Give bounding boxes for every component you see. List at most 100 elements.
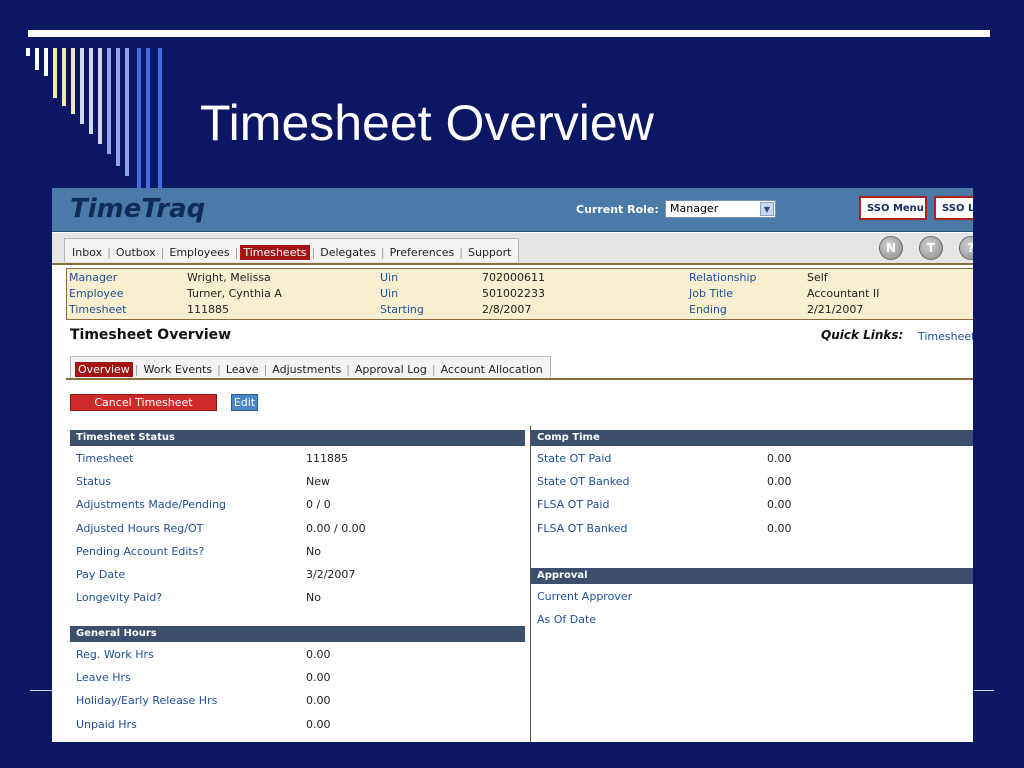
info-label: Manager bbox=[69, 271, 118, 284]
info-value: Self bbox=[807, 271, 828, 284]
comp-time-value: 0.00 bbox=[767, 475, 792, 489]
decoration-bar bbox=[71, 48, 75, 114]
nav-tab-timesheets[interactable]: Timesheets bbox=[240, 245, 310, 260]
overview-sub-tabs: Overview | Work Events | Leave | Adjustments | A… bbox=[70, 356, 551, 379]
general-hours-value: 0.00 bbox=[306, 694, 331, 708]
decoration-bar bbox=[26, 48, 30, 56]
decoration-bar bbox=[44, 48, 48, 76]
timesheet-status-row: Timesheet 111885 bbox=[76, 452, 525, 468]
decoration-bar bbox=[98, 48, 102, 144]
tab-separator: | bbox=[346, 363, 350, 376]
sub-tab-overview[interactable]: Overview bbox=[75, 362, 133, 377]
main-nav-bar: Inbox | Outbox | Employees | Timesheets | Delega… bbox=[52, 233, 973, 265]
general-hours-value: 0.00 bbox=[306, 717, 331, 731]
approval-header: Approval bbox=[531, 568, 973, 584]
comp-time-label: FLSA OT Paid bbox=[537, 498, 610, 512]
general-hours-value: 0.00 bbox=[306, 671, 331, 685]
info-label: Employee bbox=[69, 287, 124, 300]
chevron-down-icon[interactable]: ▼ bbox=[760, 202, 774, 216]
timesheet-status-value: 3/2/2007 bbox=[306, 568, 356, 581]
tab-separator: | bbox=[160, 246, 165, 259]
timesheet-status-label: Pay Date bbox=[76, 568, 126, 581]
slide-decoration-bars bbox=[26, 48, 176, 193]
comp-time-label: State OT Banked bbox=[537, 475, 630, 489]
timesheet-status-label: Longevity Paid? bbox=[76, 591, 163, 605]
general-hours-value: 0.00 bbox=[306, 648, 331, 661]
cancel-timesheet-button[interactable]: Cancel Timesheet bbox=[70, 394, 217, 411]
column-divider bbox=[530, 426, 531, 742]
tasks-button[interactable]: T bbox=[919, 236, 943, 260]
approval-row: Current Approver bbox=[537, 590, 973, 606]
tab-separator: | bbox=[134, 363, 139, 376]
quick-links-label: Quick Links: bbox=[821, 328, 904, 342]
comp-time-value: 0.00 bbox=[767, 452, 792, 465]
notifications-button[interactable]: N bbox=[879, 236, 903, 260]
nav-tab-support[interactable]: Support bbox=[465, 245, 514, 260]
tab-separator: | bbox=[107, 246, 111, 259]
timesheet-status-value: No bbox=[306, 544, 321, 558]
sso-logout-button[interactable]: SSO Lo bbox=[934, 196, 973, 220]
decoration-bar bbox=[125, 48, 129, 176]
sub-tab-account-allocation[interactable]: Account Allocation bbox=[438, 362, 546, 377]
decoration-bar bbox=[146, 48, 150, 193]
sub-tab-leave[interactable]: Leave bbox=[223, 362, 262, 377]
quick-link-timesheet[interactable]: Timesheet bbox=[918, 330, 973, 343]
timesheet-status-label: Timesheet bbox=[76, 452, 134, 465]
timesheet-status-label: Adjustments Made/Pending bbox=[76, 498, 227, 512]
nav-tab-employees[interactable]: Employees bbox=[166, 245, 232, 260]
timesheet-status-header: Timesheet Status bbox=[70, 430, 525, 446]
edit-button[interactable]: Edit bbox=[231, 394, 258, 411]
tab-separator: | bbox=[431, 363, 436, 376]
timesheet-status-value: 0 / 0 bbox=[306, 498, 331, 512]
info-value: 501002233 bbox=[482, 287, 545, 300]
page-title: Timesheet Overview bbox=[70, 327, 232, 343]
info-row: Manager Wright, Melissa Uin 702000611 Relati… bbox=[67, 269, 973, 285]
timesheet-status-value: No bbox=[306, 591, 321, 605]
nav-tab-inbox[interactable]: Inbox bbox=[69, 245, 105, 260]
nav-tab-outbox[interactable]: Outbox bbox=[113, 245, 159, 260]
approval-label: Current Approver bbox=[537, 590, 633, 603]
comp-time-value: 0.00 bbox=[767, 498, 792, 512]
info-label: Uin bbox=[380, 271, 399, 284]
info-value: 702000611 bbox=[482, 271, 545, 284]
decoration-bar bbox=[116, 48, 120, 166]
app-header: TimeTraq Current Role: Manager ▼ SSO Men… bbox=[52, 188, 973, 232]
sub-tabs-underline bbox=[66, 378, 973, 380]
info-value: Wright, Melissa bbox=[187, 271, 271, 284]
approval-label: As Of Date bbox=[537, 613, 597, 627]
comp-time-label: FLSA OT Banked bbox=[537, 521, 628, 535]
decoration-bar bbox=[89, 48, 93, 134]
sub-tab-adjustments[interactable]: Adjustments bbox=[269, 362, 344, 377]
sub-tab-approval-log[interactable]: Approval Log bbox=[352, 362, 430, 377]
slide-bottom-rule-left bbox=[30, 690, 52, 691]
info-value: 2/21/2007 bbox=[807, 303, 864, 316]
tab-separator: | bbox=[380, 246, 385, 259]
general-hours-label: Unpaid Hrs bbox=[76, 717, 137, 731]
comp-time-row: FLSA OT Paid 0.00 bbox=[537, 498, 973, 514]
comp-time-row: State OT Banked 0.00 bbox=[537, 475, 973, 491]
timesheet-status-row: Status New bbox=[76, 475, 525, 491]
general-hours-row: Holiday/Early Release Hrs 0.00 bbox=[76, 694, 525, 710]
main-nav-tabs: Inbox | Outbox | Employees | Timesheets | Delega… bbox=[64, 238, 520, 262]
general-hours-label: Holiday/Early Release Hrs bbox=[76, 694, 218, 708]
tab-separator: | bbox=[263, 363, 268, 376]
current-role-select[interactable]: Manager ▼ bbox=[665, 200, 776, 218]
tab-separator: | bbox=[234, 246, 239, 259]
sso-menu-button[interactable]: SSO Menu bbox=[859, 196, 927, 220]
tab-separator: | bbox=[459, 246, 463, 259]
timesheet-status-value: 111885 bbox=[306, 452, 348, 465]
general-hours-row: Unpaid Hrs 0.00 bbox=[76, 718, 525, 734]
nav-tab-delegates[interactable]: Delegates bbox=[317, 245, 379, 260]
nav-tab-preferences[interactable]: Preferences bbox=[387, 245, 458, 260]
tab-separator: | bbox=[311, 246, 316, 259]
tab-separator: | bbox=[217, 363, 221, 376]
info-value: Accountant II bbox=[807, 287, 880, 300]
timesheet-status-row: Adjustments Made/Pending 0 / 0 bbox=[76, 498, 525, 514]
general-hours-row: Leave Hrs 0.00 bbox=[76, 671, 525, 687]
slide-top-rule bbox=[28, 30, 990, 37]
timesheet-status-label: Adjusted Hours Reg/OT bbox=[76, 521, 204, 535]
timesheet-status-row: Pay Date 3/2/2007 bbox=[76, 568, 525, 584]
employee-info-panel: Manager Wright, Melissa Uin 702000611 Relati… bbox=[66, 268, 973, 320]
decoration-bar bbox=[35, 48, 39, 70]
sub-tab-work-events[interactable]: Work Events bbox=[141, 362, 216, 377]
